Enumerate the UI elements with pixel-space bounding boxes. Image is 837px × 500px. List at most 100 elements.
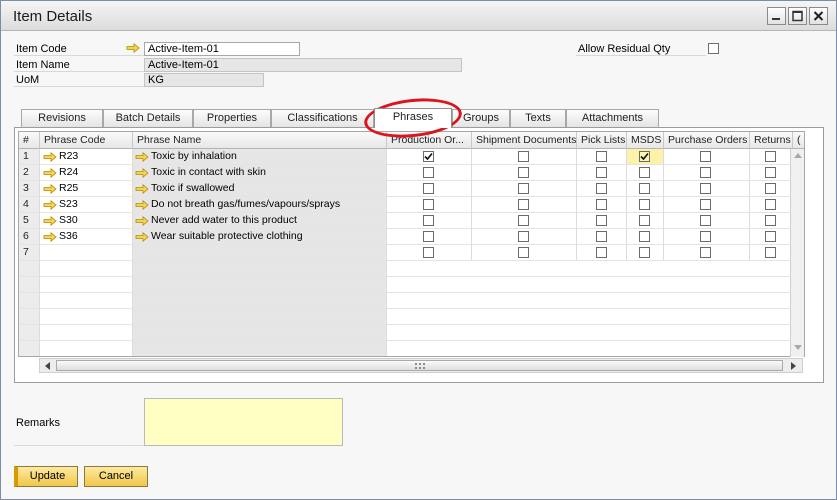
item-code-field[interactable]: Active-Item-01 <box>144 42 300 56</box>
phrase-code-cell[interactable]: R23 <box>40 149 133 165</box>
remarks-textarea[interactable] <box>144 398 343 446</box>
horizontal-scrollbar[interactable] <box>39 358 803 373</box>
link-arrow-icon[interactable] <box>135 152 149 162</box>
shipment-documents-checkbox[interactable] <box>518 183 529 194</box>
purchase-orders-checkbox[interactable] <box>700 231 711 242</box>
msds-checkbox[interactable] <box>639 199 650 210</box>
msds-checkbox[interactable] <box>639 215 650 226</box>
link-arrow-icon[interactable] <box>43 184 57 194</box>
link-arrow-icon[interactable] <box>43 216 57 226</box>
production-orders-checkbox[interactable] <box>423 183 434 194</box>
pick-lists-checkbox[interactable] <box>596 215 607 226</box>
tab-revisions[interactable]: Revisions <box>21 109 103 127</box>
link-arrow-icon[interactable] <box>126 43 140 53</box>
pick-lists-checkbox[interactable] <box>596 183 607 194</box>
purchase-orders-checkbox[interactable] <box>700 151 711 162</box>
production-orders-checkbox[interactable] <box>423 231 434 242</box>
msds-checkbox[interactable] <box>639 231 650 242</box>
uom-field: KG <box>144 73 264 87</box>
msds-checkbox[interactable] <box>639 183 650 194</box>
purchase-orders-checkbox[interactable] <box>700 199 711 210</box>
link-arrow-icon[interactable] <box>43 152 57 162</box>
shipment-documents-checkbox[interactable] <box>518 167 529 178</box>
link-arrow-icon[interactable] <box>43 200 57 210</box>
column-header-msds[interactable]: MSDS <box>627 132 664 149</box>
returns-checkbox[interactable] <box>765 215 776 226</box>
returns-checkbox[interactable] <box>765 199 776 210</box>
msds-checkbox[interactable] <box>639 167 650 178</box>
scroll-right-icon[interactable] <box>791 362 797 370</box>
tab-properties[interactable]: Properties <box>193 109 271 127</box>
pick-lists-checkbox[interactable] <box>596 247 607 258</box>
uom-label: UoM <box>16 74 40 86</box>
purchase-orders-cell <box>664 197 750 213</box>
production-orders-checkbox[interactable] <box>423 167 434 178</box>
scroll-left-icon[interactable] <box>44 362 50 370</box>
production-orders-checkbox[interactable] <box>423 199 434 210</box>
phrase-name: Toxic if swallowed <box>151 182 235 194</box>
shipment-documents-checkbox[interactable] <box>518 247 529 258</box>
tab-groups[interactable]: Groups <box>452 109 510 127</box>
column-header-phrase-name[interactable]: Phrase Name <box>133 132 387 149</box>
returns-checkbox[interactable] <box>765 183 776 194</box>
scroll-up-icon[interactable] <box>794 152 802 158</box>
pick-lists-cell <box>577 229 627 245</box>
link-arrow-icon[interactable] <box>135 168 149 178</box>
msds-checkbox[interactable] <box>639 247 650 258</box>
pick-lists-checkbox[interactable] <box>596 231 607 242</box>
phrase-code-cell[interactable]: S36 <box>40 229 133 245</box>
purchase-orders-checkbox[interactable] <box>700 215 711 226</box>
production-orders-checkbox[interactable] <box>423 247 434 258</box>
minimize-button[interactable] <box>767 7 786 25</box>
link-arrow-icon[interactable] <box>43 232 57 242</box>
phrase-code-cell[interactable]: R25 <box>40 181 133 197</box>
returns-checkbox[interactable] <box>765 231 776 242</box>
link-arrow-icon[interactable] <box>43 168 57 178</box>
shipment-documents-checkbox[interactable] <box>518 231 529 242</box>
phrase-code-cell[interactable]: R24 <box>40 165 133 181</box>
returns-checkbox[interactable] <box>765 167 776 178</box>
column-header-production-orders[interactable]: Production Or... <box>387 132 472 149</box>
column-header-purchase-orders[interactable]: Purchase Orders <box>664 132 750 149</box>
update-button[interactable]: Update <box>14 466 78 487</box>
allow-residual-qty-checkbox[interactable] <box>708 43 719 54</box>
purchase-orders-checkbox[interactable] <box>700 167 711 178</box>
tab-attachments[interactable]: Attachments <box>566 109 659 127</box>
production-orders-checkbox[interactable] <box>423 151 434 162</box>
phrase-code-cell[interactable]: S23 <box>40 197 133 213</box>
pick-lists-checkbox[interactable] <box>596 167 607 178</box>
pick-lists-checkbox[interactable] <box>596 151 607 162</box>
column-header-pick-lists[interactable]: Pick Lists <box>577 132 627 149</box>
link-arrow-icon[interactable] <box>135 216 149 226</box>
returns-checkbox[interactable] <box>765 247 776 258</box>
purchase-orders-checkbox[interactable] <box>700 247 711 258</box>
production-orders-checkbox[interactable] <box>423 215 434 226</box>
column-header-phrase-code[interactable]: Phrase Code <box>40 132 133 149</box>
close-button[interactable] <box>809 7 828 25</box>
tab-texts[interactable]: Texts <box>510 109 566 127</box>
tab-classifications[interactable]: Classifications <box>271 109 374 127</box>
flags-cell <box>387 277 793 293</box>
pick-lists-checkbox[interactable] <box>596 199 607 210</box>
cancel-button[interactable]: Cancel <box>84 466 148 487</box>
vertical-scrollbar[interactable] <box>790 149 804 357</box>
shipment-documents-checkbox[interactable] <box>518 199 529 210</box>
msds-checkbox[interactable] <box>639 151 650 162</box>
link-arrow-icon[interactable] <box>135 184 149 194</box>
tab-phrases[interactable]: Phrases <box>374 108 452 128</box>
purchase-orders-checkbox[interactable] <box>700 183 711 194</box>
tab-batch-details[interactable]: Batch Details <box>103 109 193 127</box>
column-header-shipment-documents[interactable]: Shipment Documents <box>472 132 577 149</box>
column-header-more[interactable]: ( <box>793 132 804 149</box>
phrase-code-cell[interactable] <box>40 245 133 261</box>
link-arrow-icon[interactable] <box>135 200 149 210</box>
horizontal-scroll-thumb[interactable] <box>56 360 783 371</box>
maximize-button[interactable] <box>788 7 807 25</box>
shipment-documents-checkbox[interactable] <box>518 151 529 162</box>
column-header-returns[interactable]: Returns <box>750 132 793 149</box>
scroll-down-icon[interactable] <box>794 345 802 351</box>
link-arrow-icon[interactable] <box>135 232 149 242</box>
shipment-documents-checkbox[interactable] <box>518 215 529 226</box>
phrase-code-cell[interactable]: S30 <box>40 213 133 229</box>
returns-checkbox[interactable] <box>765 151 776 162</box>
